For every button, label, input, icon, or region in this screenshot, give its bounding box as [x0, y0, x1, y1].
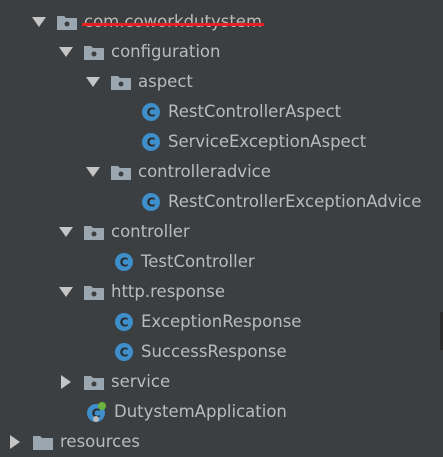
- tree-item-label: RestControllerExceptionAdvice: [168, 192, 422, 211]
- redacted-package-name: com.coworkdutystem: [82, 7, 265, 37]
- java-class-icon: C: [113, 342, 135, 362]
- package-folder-icon: [83, 222, 105, 242]
- svg-text:C: C: [120, 316, 129, 330]
- triangle-right-icon[interactable]: [59, 375, 73, 389]
- tree-row-clipped-top: [60, 0, 65, 2]
- tree-item-label: controlleradvice: [138, 162, 271, 181]
- tree-row-test-controller[interactable]: C TestController: [89, 247, 255, 277]
- tree-item-label: http.response: [111, 282, 226, 301]
- svg-text:C: C: [120, 256, 129, 270]
- triangle-down-icon[interactable]: [59, 285, 73, 299]
- tree-item-label: aspect: [138, 72, 193, 91]
- package-folder-icon: [83, 282, 105, 302]
- triangle-down-icon[interactable]: [59, 225, 73, 239]
- tree-row-root-package[interactable]: com.coworkdutystem: [32, 7, 265, 37]
- svg-text:C: C: [120, 346, 129, 360]
- java-class-icon: C: [140, 192, 162, 212]
- java-class-icon: C: [113, 252, 135, 272]
- project-tree: com.coworkdutystem configuration aspect …: [0, 0, 443, 451]
- triangle-right-icon[interactable]: [8, 435, 22, 449]
- tree-row-controlleradvice[interactable]: controlleradvice: [86, 157, 271, 187]
- tree-item-label: configuration: [111, 42, 221, 61]
- tree-row-service-exception-aspect[interactable]: C ServiceExceptionAspect: [116, 127, 366, 157]
- triangle-down-icon[interactable]: [32, 15, 46, 29]
- tree-row-service[interactable]: service: [59, 367, 170, 397]
- spring-boot-application-icon: C: [86, 402, 108, 422]
- tree-row-http-response[interactable]: http.response: [59, 277, 225, 307]
- triangle-down-icon[interactable]: [86, 75, 100, 89]
- tree-item-label: DutystemApplication: [114, 402, 287, 421]
- tree-item-label: com.coworkdutystem: [84, 12, 263, 31]
- triangle-down-icon[interactable]: [59, 45, 73, 59]
- tree-row-resources[interactable]: resources: [8, 427, 140, 457]
- java-class-icon: C: [113, 312, 135, 332]
- tree-item-label: ServiceExceptionAspect: [168, 132, 367, 151]
- package-folder-icon: [110, 72, 132, 92]
- java-class-icon: C: [140, 102, 162, 122]
- tree-item-label: SuccessResponse: [141, 342, 287, 361]
- tree-item-label: ExceptionResponse: [141, 312, 302, 331]
- tree-row-rest-controller-aspect[interactable]: C RestControllerAspect: [116, 97, 341, 127]
- package-folder-icon: [56, 12, 78, 32]
- tree-item-label: service: [111, 372, 171, 391]
- tree-row-aspect[interactable]: aspect: [86, 67, 193, 97]
- tree-row-dutystem-application[interactable]: C DutystemApplication: [62, 397, 287, 427]
- java-class-icon: C: [140, 132, 162, 152]
- redaction-line: [82, 23, 265, 26]
- svg-text:C: C: [147, 106, 156, 120]
- tree-item-label: TestController: [141, 252, 255, 271]
- tree-row-controller[interactable]: controller: [59, 217, 190, 247]
- triangle-down-icon[interactable]: [86, 165, 100, 179]
- tree-item-label: controller: [111, 222, 190, 241]
- svg-text:C: C: [147, 196, 156, 210]
- folder-icon: [32, 432, 54, 452]
- tree-item-label: RestControllerAspect: [168, 102, 342, 121]
- package-folder-icon: [83, 372, 105, 392]
- tree-item-label: resources: [60, 432, 140, 451]
- tree-row-exception-response[interactable]: C ExceptionResponse: [89, 307, 301, 337]
- package-folder-icon: [83, 42, 105, 62]
- tree-row-rest-controller-exception-advice[interactable]: C RestControllerExceptionAdvice: [116, 187, 421, 217]
- svg-text:C: C: [147, 136, 156, 150]
- package-folder-icon: [110, 162, 132, 182]
- tree-row-configuration[interactable]: configuration: [59, 37, 220, 67]
- tree-row-success-response[interactable]: C SuccessResponse: [89, 337, 287, 367]
